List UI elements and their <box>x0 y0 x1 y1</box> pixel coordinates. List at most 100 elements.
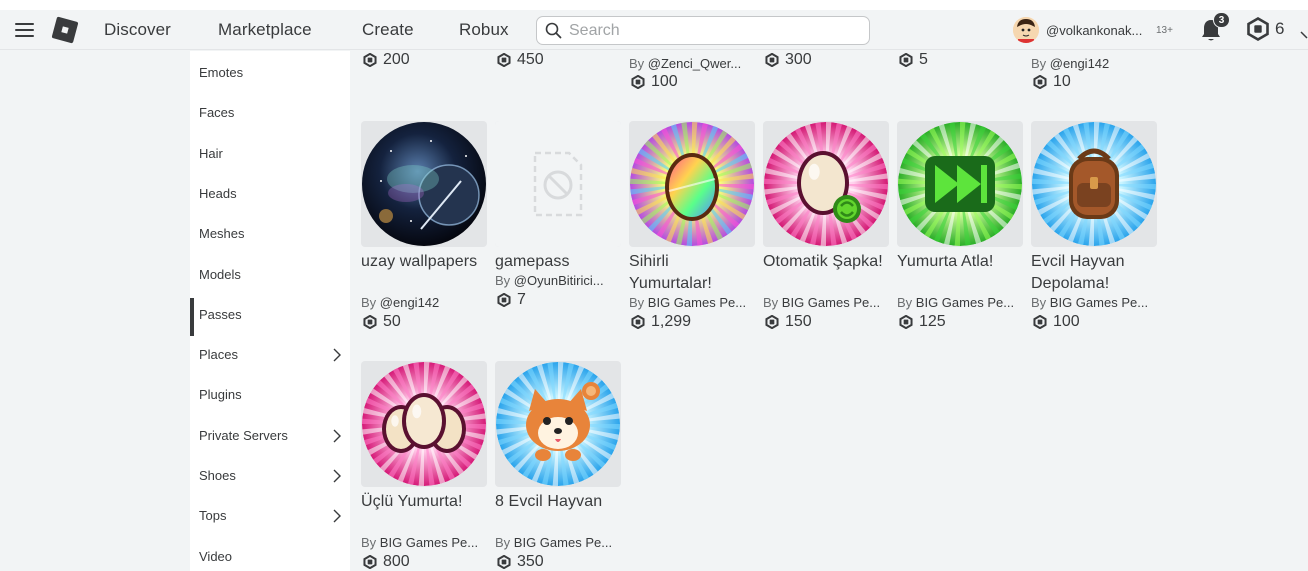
space-image <box>362 122 486 246</box>
sidebar-item-tops[interactable]: Tops <box>190 499 350 539</box>
catalog-item-card[interactable]: Otomatik Şapka! By BIG Games Pe... 150 <box>763 121 889 331</box>
sidebar-item-label: Plugins <box>199 387 242 402</box>
item-creator[interactable]: By BIG Games Pe... <box>763 295 889 310</box>
sidebar-item-plugins[interactable]: Plugins <box>190 378 350 418</box>
sidebar-item-emotes[interactable]: Emotes <box>190 56 350 96</box>
robux-balance-button[interactable]: 6 <box>1246 17 1284 41</box>
sidebar-item-label: Meshes <box>199 226 245 241</box>
catalog-item-card[interactable]: Sihirli Yumurtalar! By BIG Games Pe... 1,2… <box>629 121 755 331</box>
nav-marketplace[interactable]: Marketplace <box>218 20 312 40</box>
item-name[interactable]: Evcil Hayvan Depolama! <box>1031 251 1157 295</box>
nav-discover[interactable]: Discover <box>104 20 171 40</box>
catalog-item-card[interactable]: uzay wallpapers By @engi142 50 <box>361 121 487 331</box>
item-creator[interactable]: By @Zenci_Qwer... <box>629 56 755 71</box>
roblox-logo-icon[interactable] <box>50 15 80 45</box>
item-creator[interactable]: By BIG Games Pe... <box>1031 295 1157 310</box>
chevron-right-icon[interactable] <box>332 348 342 362</box>
catalog-item-partial[interactable]: 200 <box>361 0 487 95</box>
sidebar-item-models[interactable]: Models <box>190 258 350 298</box>
item-creator-name[interactable]: BIG Games Pe... <box>1050 295 1148 310</box>
catalog-item-partial[interactable]: By @engi142 10 <box>1031 0 1157 95</box>
sidebar-item-shoes[interactable]: Shoes <box>190 459 350 499</box>
sidebar-item-label: Heads <box>199 186 237 201</box>
category-sidebar: Emotes Faces Hair Heads Meshes Models Passes Pl… <box>190 51 350 571</box>
backpack-image <box>1032 122 1156 246</box>
catalog-item-card[interactable]: Üçlü Yumurta! By BIG Games Pe... 800 <box>361 361 487 571</box>
item-creator[interactable]: By @engi142 <box>1031 56 1157 71</box>
item-creator-prefix: By <box>495 273 511 288</box>
sidebar-item-heads[interactable]: Heads <box>190 177 350 217</box>
item-name[interactable]: Sihirli Yumurtalar! <box>629 251 755 295</box>
chevron-right-icon[interactable] <box>332 509 342 523</box>
item-price: 7 <box>497 291 526 309</box>
item-creator-prefix: By <box>361 295 377 310</box>
sidebar-item-private-servers[interactable]: Private Servers <box>190 419 350 459</box>
robux-icon <box>765 315 779 329</box>
item-creator-prefix: By <box>495 535 511 550</box>
item-creator-name[interactable]: BIG Games Pe... <box>380 535 478 550</box>
settings-icon[interactable] <box>1300 31 1308 39</box>
item-creator-name[interactable]: BIG Games Pe... <box>648 295 746 310</box>
item-creator[interactable]: By BIG Games Pe... <box>629 295 755 310</box>
item-creator-prefix: By <box>1031 295 1047 310</box>
sidebar-item-places[interactable]: Places <box>190 338 350 378</box>
robux-balance: 6 <box>1275 19 1285 38</box>
item-price-value: 350 <box>517 553 544 570</box>
item-creator-name[interactable]: BIG Games Pe... <box>782 295 880 310</box>
item-thumbnail[interactable] <box>1031 121 1157 247</box>
item-creator-name[interactable]: BIG Games Pe... <box>916 295 1014 310</box>
sidebar-item-video[interactable]: Video <box>190 540 350 571</box>
item-name[interactable]: gamepass <box>495 251 621 273</box>
catalog-item-card[interactable]: gamepass By @OyunBitirici... 7 <box>495 121 621 331</box>
item-creator[interactable]: By BIG Games Pe... <box>361 535 487 550</box>
item-name[interactable]: 8 Evcil Hayvan <box>495 491 621 513</box>
item-creator[interactable]: By BIG Games Pe... <box>897 295 1023 310</box>
sidebar-item-meshes[interactable]: Meshes <box>190 217 350 257</box>
item-name[interactable]: Yumurta Atla! <box>897 251 1023 273</box>
chevron-right-icon[interactable] <box>332 469 342 483</box>
sidebar-item-passes[interactable]: Passes <box>190 298 350 338</box>
item-thumbnail[interactable] <box>763 121 889 247</box>
catalog-item-card[interactable]: Yumurta Atla! By BIG Games Pe... 125 <box>897 121 1023 331</box>
menu-icon[interactable] <box>15 23 34 37</box>
sidebar-item-label: Models <box>199 267 241 282</box>
item-thumbnail[interactable] <box>897 121 1023 247</box>
robux-icon <box>1033 315 1047 329</box>
item-price: 450 <box>497 51 544 69</box>
sidebar-item-hair[interactable]: Hair <box>190 137 350 177</box>
sidebar-item-faces[interactable]: Faces <box>190 96 350 136</box>
item-price-value: 125 <box>919 313 946 330</box>
chevron-right-icon[interactable] <box>332 429 342 443</box>
robux-icon <box>899 53 913 67</box>
catalog-item-partial[interactable]: 450 <box>495 0 621 95</box>
item-creator-name[interactable]: @engi142 <box>380 295 439 310</box>
catalog-item-partial[interactable]: By @Zenci_Qwer... 100 <box>629 0 755 95</box>
item-price: 100 <box>631 73 678 91</box>
item-thumbnail[interactable] <box>361 361 487 487</box>
item-thumbnail[interactable] <box>495 121 621 247</box>
item-price-value: 150 <box>785 313 812 330</box>
item-thumbnail[interactable] <box>495 361 621 487</box>
item-thumbnail[interactable] <box>361 121 487 247</box>
item-creator[interactable]: By BIG Games Pe... <box>495 535 621 550</box>
robux-icon <box>363 555 377 569</box>
item-creator-name[interactable]: @OyunBitirici... <box>514 273 604 288</box>
item-creator-prefix: By <box>763 295 779 310</box>
item-creator[interactable]: By @engi142 <box>361 295 487 310</box>
sidebar-item-label: Hair <box>199 146 223 161</box>
item-name[interactable]: uzay wallpapers <box>361 251 487 273</box>
sidebar-item-label: Faces <box>199 105 235 120</box>
item-price: 125 <box>899 313 946 331</box>
item-thumbnail[interactable] <box>629 121 755 247</box>
item-price-value: 1,299 <box>651 313 692 330</box>
item-name[interactable]: Üçlü Yumurta! <box>361 491 487 513</box>
item-creator[interactable]: By @OyunBitirici... <box>495 273 621 288</box>
catalog-item-partial[interactable]: 5 <box>897 0 1023 95</box>
catalog-item-partial[interactable]: 300 <box>763 0 889 95</box>
catalog-item-card[interactable]: 8 Evcil Hayvan By BIG Games Pe... 350 <box>495 361 621 571</box>
rainbow-egg-image <box>630 122 754 246</box>
catalog-item-card[interactable]: Evcil Hayvan Depolama! By BIG Games Pe...… <box>1031 121 1157 331</box>
item-name[interactable]: Otomatik Şapka! <box>763 251 889 273</box>
item-creator-name[interactable]: BIG Games Pe... <box>514 535 612 550</box>
item-price: 350 <box>497 553 544 571</box>
